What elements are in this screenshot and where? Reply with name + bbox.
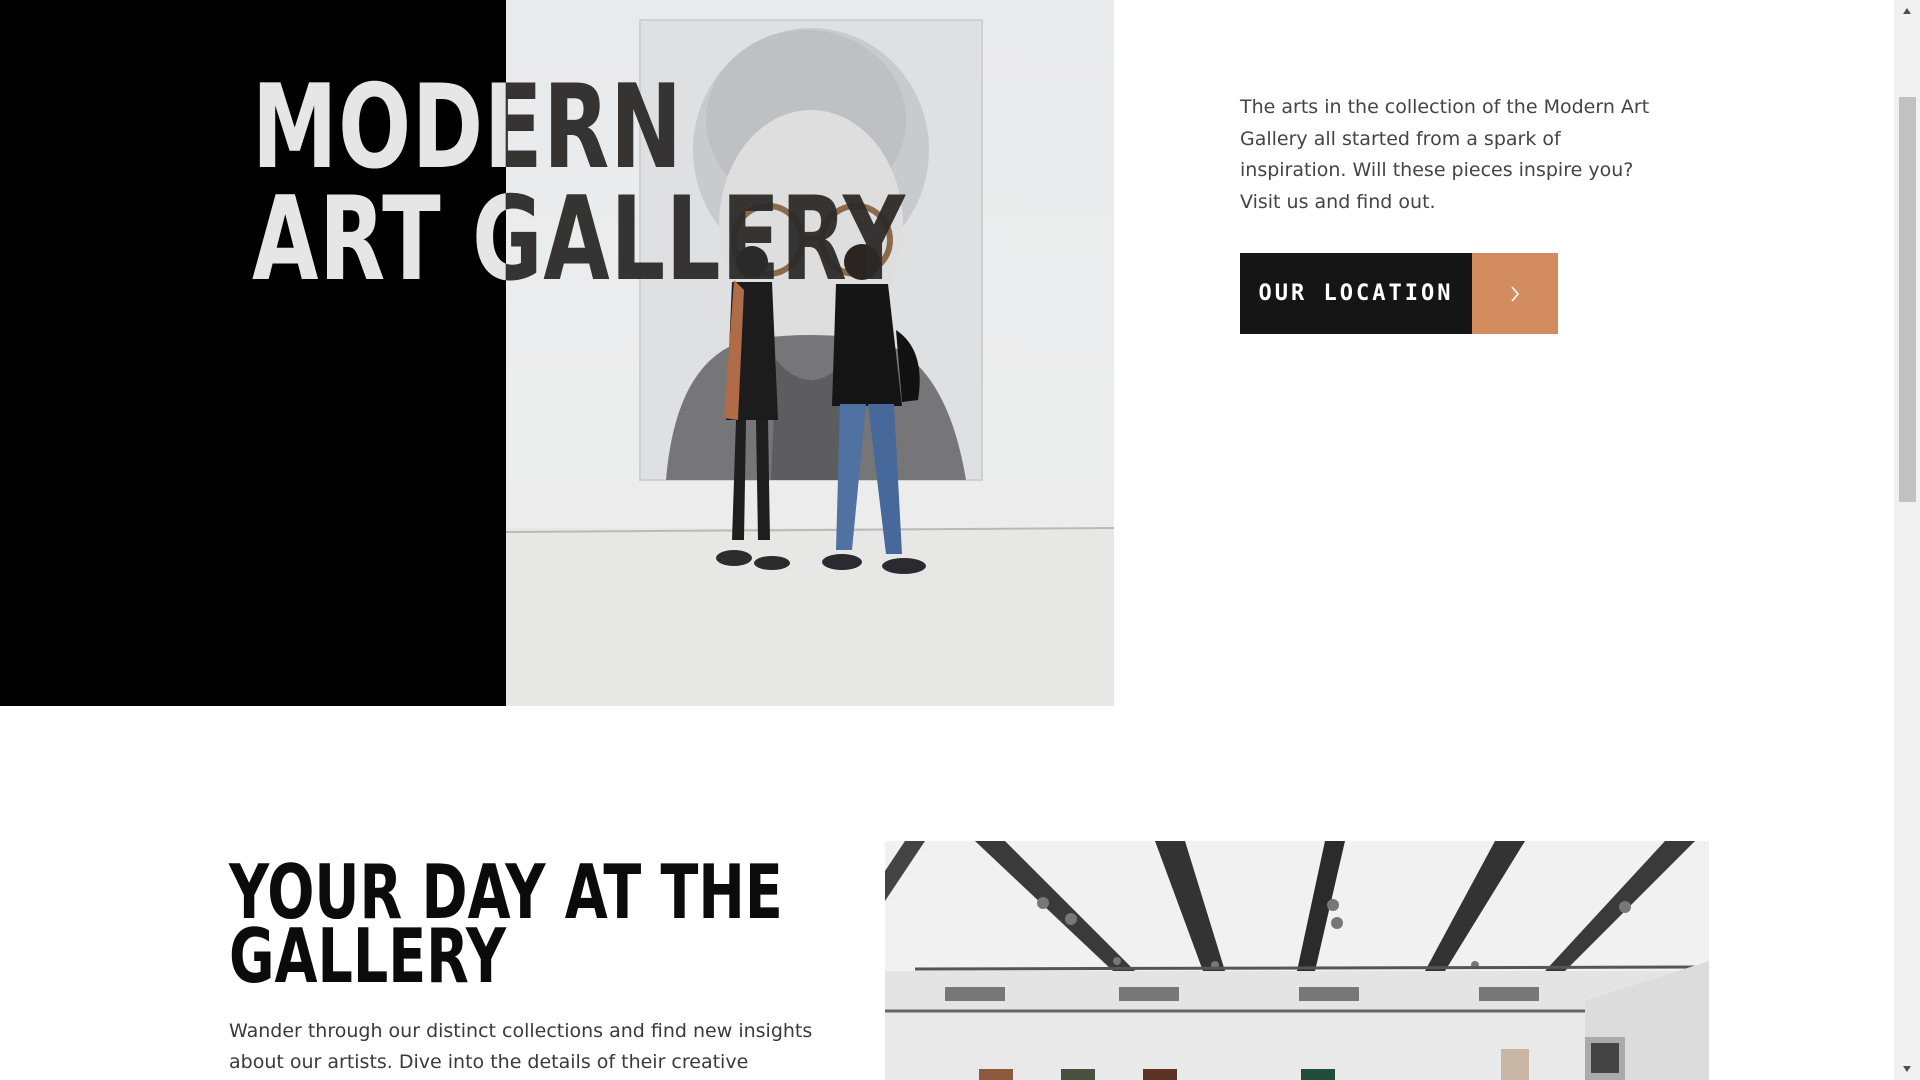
scroll-up-button[interactable]: [1894, 0, 1920, 22]
our-location-button[interactable]: OUR LOCATION: [1240, 253, 1472, 334]
scroll-thumb[interactable]: [1899, 97, 1916, 502]
chevron-right-icon: [1511, 285, 1520, 302]
page: MODERN MODERN ART GALLERY ART GALLERY Th…: [0, 0, 1894, 1080]
section-description: Wander through our distinct collections …: [229, 1020, 813, 1073]
triangle-down-icon: [1903, 1066, 1911, 1072]
gallery-interior-image: [885, 841, 1709, 1080]
triangle-up-icon: [1903, 8, 1911, 14]
section-title: YOUR DAY AT THE GALLERY: [229, 855, 783, 994]
gallery-interior-illustration: [885, 841, 1709, 1080]
vertical-scrollbar[interactable]: [1894, 0, 1920, 1080]
location-arrow-button[interactable]: [1472, 253, 1558, 334]
scroll-down-button[interactable]: [1894, 1058, 1920, 1080]
hero-description: The arts in the collection of the Modern…: [1240, 96, 1650, 213]
